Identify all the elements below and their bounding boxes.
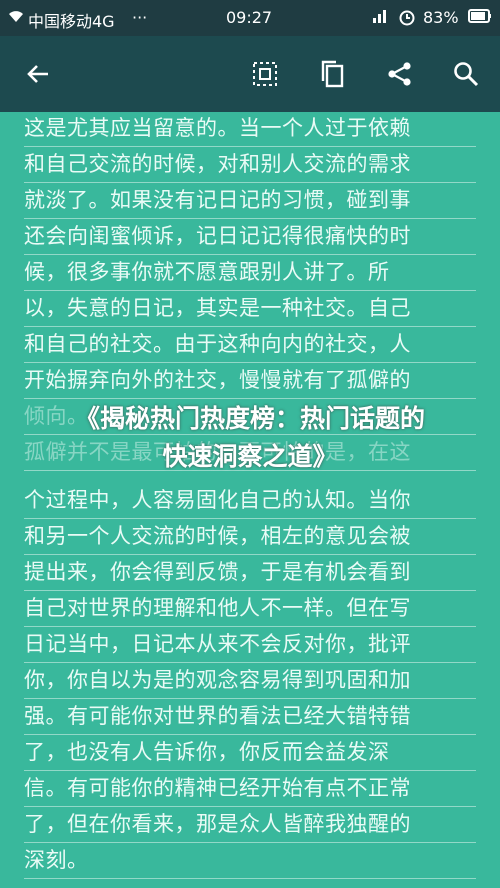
- search-icon: [454, 62, 479, 87]
- text-line: 以，失意的日记，其实是一种社交。自己: [24, 290, 476, 327]
- overlay-title-line-2: 快速洞察之道》: [162, 442, 338, 471]
- back-button[interactable]: [18, 54, 58, 94]
- search-button[interactable]: [446, 54, 486, 94]
- text-line: 开始摒弃向外的社交，慢慢就有了孤僻的: [24, 362, 476, 399]
- overlay-title-line-1: 《揭秘热门热度榜：热门话题的: [74, 404, 425, 433]
- carrier-label: 中国移动4G: [28, 12, 115, 31]
- wifi-icon: [8, 8, 24, 28]
- notification-dots: ···: [132, 8, 148, 27]
- article-reader[interactable]: 这是尤其应当留意的。当一个人过于依赖 和自己交流的时候，对和别人交流的需求 就淡…: [0, 112, 500, 888]
- text-line: 就淡了。如果没有记日记的习惯，碰到事: [24, 182, 476, 219]
- arrow-left-icon: [27, 65, 48, 83]
- copy-icon: [321, 60, 344, 88]
- share-icon: [388, 62, 411, 86]
- top-toolbar: [0, 36, 500, 112]
- share-button[interactable]: [380, 54, 420, 94]
- text-line: 了，也没有人告诉你，你反而会益发深: [24, 734, 476, 771]
- text-line: 提出来，你会得到反馈，于是有机会看到: [24, 554, 476, 591]
- text-line: 候，很多事你就不愿意跟别人讲了。所: [24, 254, 476, 291]
- text-line: 强。有可能你对世界的看法已经大错特错: [24, 698, 476, 735]
- text-line: 了，但在你看来，那是众人皆醉我独醒的: [24, 806, 476, 843]
- text-line: 个过程中，人容易固化自己的认知。当你: [24, 482, 476, 519]
- select-all-icon: [253, 62, 277, 86]
- text-line: 还会向闺蜜倾诉，记日记记得很痛快的时: [24, 218, 476, 255]
- text-line: 和自己交流的时候，对和别人交流的需求: [24, 146, 476, 183]
- text-line: 日记当中，日记本从来不会反对你，批评: [24, 626, 476, 663]
- text-line: 和另一个人交流的时候，相左的意见会被: [24, 518, 476, 555]
- text-line: 信。有可能你的精神已经开始有点不正常: [24, 770, 476, 807]
- overlay-title: 《揭秘热门热度榜：热门话题的 快速洞察之道》: [0, 400, 500, 476]
- status-bar: 中国移动4G ··· 09:27 83%: [0, 0, 500, 36]
- text-line: 这是尤其应当留意的。当一个人过于依赖: [24, 112, 476, 147]
- select-all-button[interactable]: [245, 54, 285, 94]
- text-line: 你，你自以为是的观念容易得到巩固和加: [24, 662, 476, 699]
- clock: 09:27: [226, 8, 273, 27]
- text-line: 和自己的社交。由于这种向内的社交，人: [24, 326, 476, 363]
- text-line: 自己对世界的理解和他人不一样。但在写: [24, 590, 476, 627]
- alarm-icon: [398, 8, 416, 30]
- copy-button[interactable]: [312, 54, 352, 94]
- signal-icon: [372, 8, 390, 28]
- battery-icon: [468, 8, 492, 28]
- text-line: 深刻。: [24, 842, 476, 879]
- battery-percent: 83%: [423, 8, 459, 27]
